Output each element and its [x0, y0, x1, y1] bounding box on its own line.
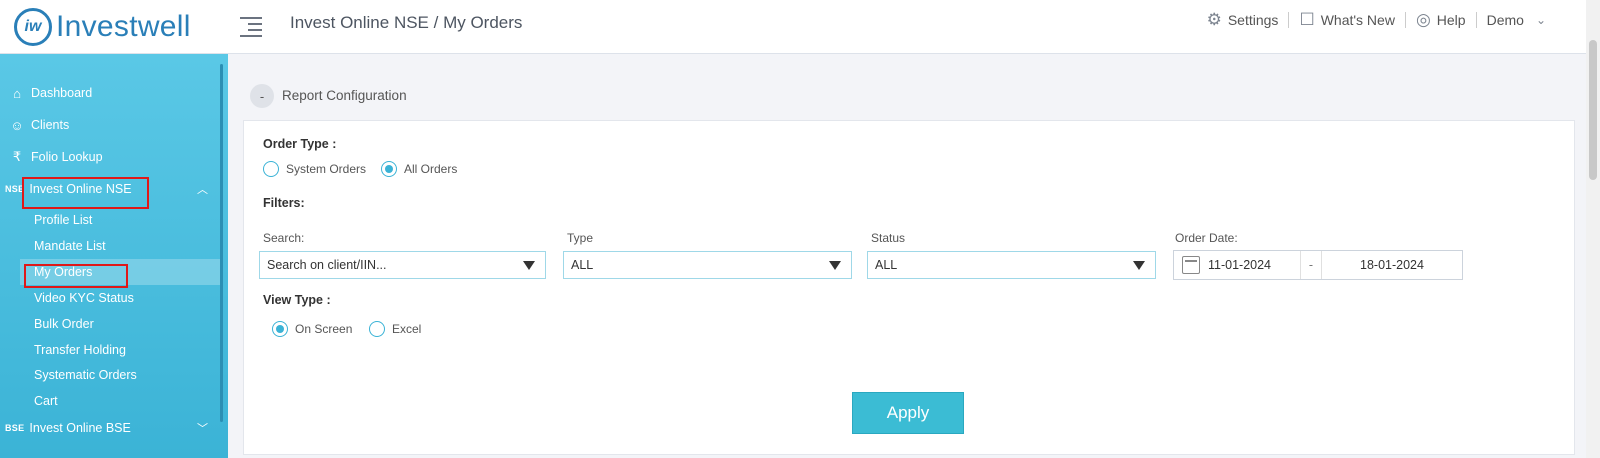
chevron-down-icon: ⌄	[1535, 13, 1546, 27]
sidebar-item-label: Cart	[34, 394, 58, 408]
sidebar-item-dashboard[interactable]: ⌂ Dashboard	[0, 80, 220, 106]
page-scrollbar[interactable]	[1586, 0, 1600, 458]
radio-circle	[263, 161, 279, 177]
search-label: Search:	[263, 231, 305, 245]
radio-label: All Orders	[404, 162, 458, 176]
sidebar-item-invest-online-bse[interactable]: BSE Invest Online BSE ﹀	[0, 415, 220, 441]
sidebar-item-label: Transfer Holding	[34, 343, 126, 357]
chevron-down-icon: ﹀	[197, 423, 208, 435]
sidebar: ⌂ Dashboard ☺ Clients ₹ Folio Lookup NSE…	[0, 54, 228, 458]
sidebar-item-label: Mandate List	[34, 239, 106, 253]
sidebar-item-label: Invest Online BSE	[29, 421, 131, 435]
apply-button[interactable]: Apply	[852, 392, 964, 434]
home-icon: ⌂	[13, 85, 21, 101]
search-value: Search on client/IIN...	[267, 258, 387, 272]
sidebar-item-label: Video KYC Status	[34, 291, 134, 305]
radio-label: On Screen	[295, 322, 353, 336]
radio-selected-dot	[276, 325, 284, 333]
sidebar-item-label: Folio Lookup	[31, 150, 103, 164]
collapse-toggle-button[interactable]: -	[250, 84, 274, 108]
status-label: Status	[871, 231, 906, 245]
filters-label: Filters:	[263, 196, 305, 210]
gear-icon: ⚙	[1206, 10, 1222, 29]
sidebar-item-label: Profile List	[34, 213, 93, 227]
bse-icon: BSE	[5, 423, 25, 433]
date-separator: -	[1300, 251, 1322, 279]
radio-label: System Orders	[286, 162, 367, 176]
radio-circle	[272, 321, 288, 337]
scrollbar-thumb[interactable]	[1589, 40, 1597, 180]
calendar-icon[interactable]	[1182, 256, 1200, 274]
help-link[interactable]: ◎ Help	[1406, 10, 1476, 30]
sidebar-item-label: Dashboard	[31, 86, 93, 100]
user-name: Demo	[1486, 12, 1524, 28]
highlight-box-my-orders	[24, 264, 128, 288]
sidebar-scrollbar[interactable]	[220, 64, 223, 422]
order-date-label: Order Date:	[1175, 231, 1238, 245]
header-actions: ⚙ Settings ☐ What's New ◎ Help Demo ⌄	[1197, 10, 1556, 30]
radio-on-screen[interactable]: On Screen	[272, 321, 352, 337]
type-value: ALL	[571, 258, 594, 272]
sidebar-item-bulk-order[interactable]: Bulk Order	[34, 311, 220, 337]
top-header: iw Investwell Invest Online NSE / My Ord…	[0, 0, 1586, 54]
search-client-dropdown[interactable]: Search on client/IIN...	[259, 251, 546, 279]
sidebar-item-mandate-list[interactable]: Mandate List	[34, 233, 220, 259]
date-to-input[interactable]: 18-01-2024	[1322, 258, 1462, 272]
view-type-label: View Type :	[263, 293, 331, 307]
lifebuoy-icon: ◎	[1415, 10, 1431, 29]
sidebar-item-label: Bulk Order	[34, 317, 94, 331]
folio-icon: ₹	[12, 149, 22, 164]
radio-circle	[369, 321, 385, 337]
type-dropdown[interactable]: ALL	[563, 251, 852, 279]
radio-circle	[381, 161, 397, 177]
radio-label: Excel	[392, 322, 422, 336]
sidebar-item-systematic-orders[interactable]: Systematic Orders	[34, 362, 220, 388]
help-label: Help	[1436, 12, 1466, 28]
whats-new-label: What's New	[1320, 12, 1395, 28]
radio-selected-dot	[385, 165, 393, 173]
order-date-range[interactable]: 11-01-2024 - 18-01-2024	[1173, 250, 1463, 280]
whats-new-link[interactable]: ☐ What's New	[1289, 10, 1405, 30]
status-dropdown[interactable]: ALL	[867, 251, 1156, 279]
logo-text: Investwell	[56, 10, 191, 43]
users-icon: ☺	[10, 117, 24, 133]
report-config-title: Report Configuration	[282, 88, 407, 103]
caret-down-icon	[1133, 261, 1145, 270]
news-icon: ☐	[1299, 10, 1315, 29]
sidebar-item-folio-lookup[interactable]: ₹ Folio Lookup	[0, 144, 220, 170]
radio-excel[interactable]: Excel	[369, 321, 421, 337]
page-title: Invest Online NSE / My Orders	[290, 13, 523, 32]
highlight-box-nse	[22, 177, 149, 209]
radio-system-orders[interactable]: System Orders	[263, 161, 366, 177]
sidebar-item-label: Systematic Orders	[34, 368, 137, 382]
chevron-up-icon: ︿	[197, 184, 208, 196]
radio-all-orders[interactable]: All Orders	[381, 161, 457, 177]
sidebar-item-profile-list[interactable]: Profile List	[34, 207, 220, 233]
order-type-label: Order Type :	[263, 137, 337, 151]
logo-mark: iw	[14, 8, 52, 46]
investwell-logo[interactable]: iw Investwell	[14, 7, 191, 47]
user-menu[interactable]: Demo ⌄	[1477, 12, 1556, 28]
sidebar-item-label: Clients	[31, 118, 70, 132]
date-from-input[interactable]: 11-01-2024	[1208, 258, 1300, 272]
sidebar-item-cart[interactable]: Cart	[34, 388, 220, 414]
sidebar-item-transfer-holding[interactable]: Transfer Holding	[34, 337, 220, 363]
status-value: ALL	[875, 258, 898, 272]
settings-link[interactable]: ⚙ Settings	[1197, 10, 1289, 30]
settings-label: Settings	[1227, 12, 1279, 28]
caret-down-icon	[523, 261, 535, 270]
type-label: Type	[567, 231, 594, 245]
menu-toggle-icon[interactable]	[240, 14, 262, 38]
sidebar-item-clients[interactable]: ☺ Clients	[0, 112, 220, 138]
caret-down-icon	[829, 261, 841, 270]
sidebar-item-video-kyc-status[interactable]: Video KYC Status	[34, 285, 220, 311]
